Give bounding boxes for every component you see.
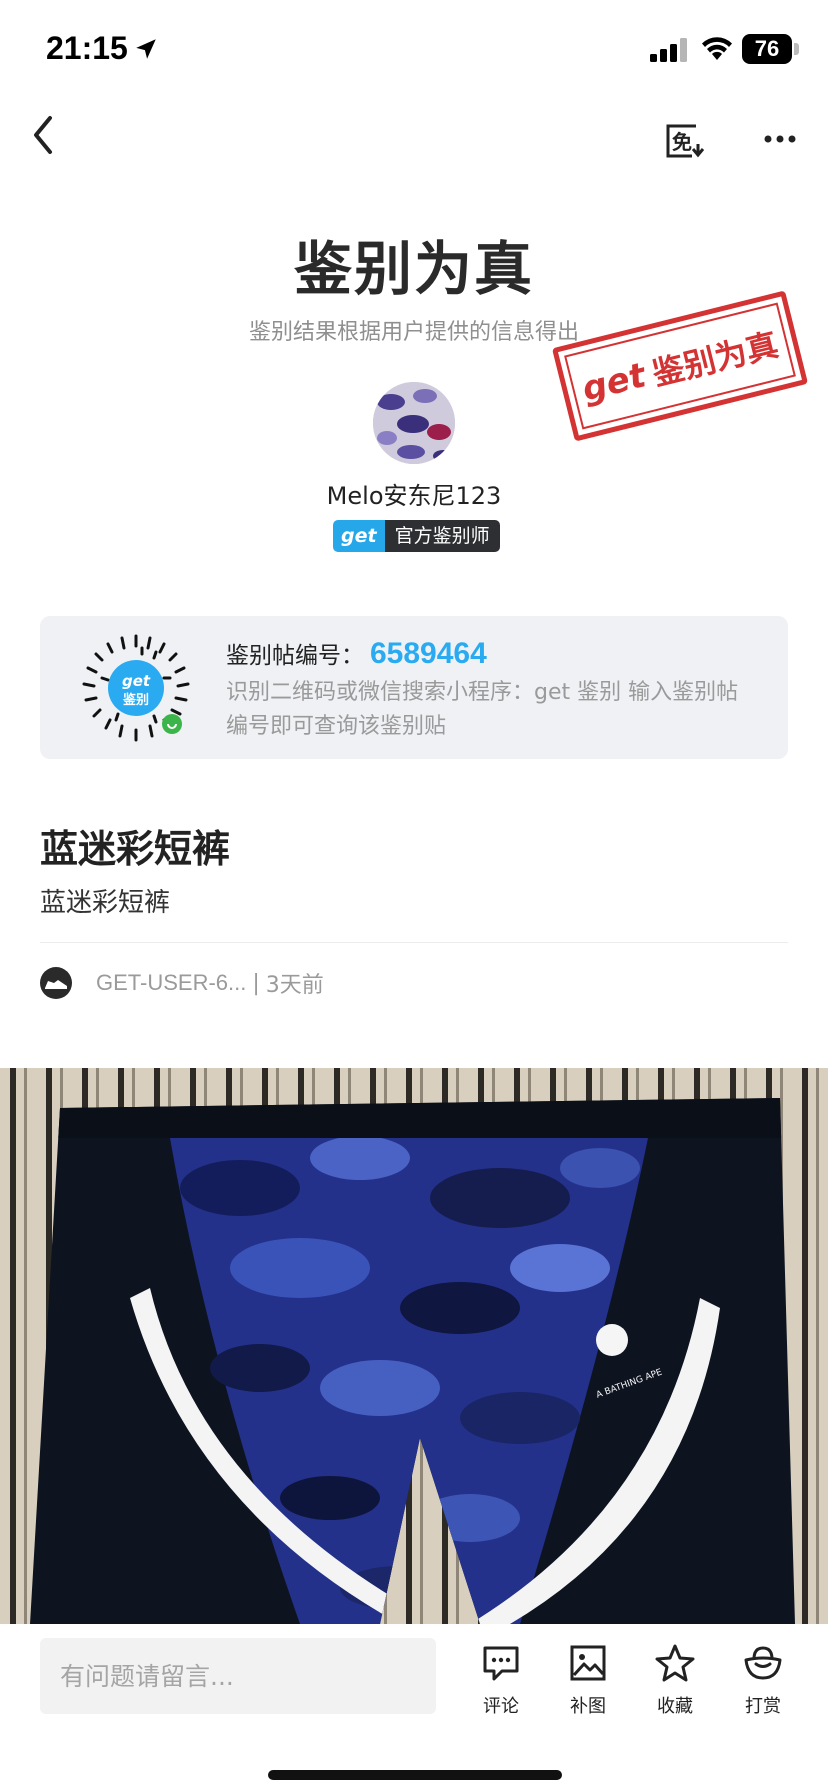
chevron-left-icon[interactable]: [26, 110, 62, 160]
author-avatar[interactable]: [40, 967, 72, 999]
appraiser-name[interactable]: Melo安东尼123: [0, 476, 828, 511]
comment-button[interactable]: 评论: [466, 1642, 536, 1718]
shorts-photo-image: A BATHING APE: [0, 1068, 828, 1624]
meta-separator: |: [252, 970, 260, 996]
post-time: 3天前: [265, 973, 324, 998]
comment-icon: [483, 1646, 519, 1681]
author-name[interactable]: GET-USER-6...: [96, 970, 246, 996]
divider: [40, 942, 788, 943]
tip-button[interactable]: 打赏: [728, 1642, 798, 1718]
favorite-button[interactable]: 收藏: [640, 1642, 710, 1718]
comment-label: 评论: [483, 1696, 519, 1717]
image-icon: [570, 1645, 606, 1681]
verdict-title: 鉴别为真: [293, 235, 534, 303]
qr-brand: get: [122, 672, 151, 690]
post-id-number[interactable]: 6589464: [370, 637, 487, 671]
post-body: 蓝迷彩短裤: [40, 888, 171, 918]
official-appraiser-badge: get 官方鉴别师: [333, 520, 500, 552]
appraiser-avatar[interactable]: [373, 382, 455, 464]
exempt-icon[interactable]: 免: [662, 118, 706, 162]
nav-bar: 免: [0, 100, 828, 180]
battery-tip: [794, 43, 799, 55]
comment-input[interactable]: [40, 1638, 436, 1714]
location-arrow-icon: [136, 39, 156, 59]
qr-instructions: 识别二维码或微信搜索小程序：get 鉴别 输入鉴别帖编号即可查询该鉴别贴: [226, 680, 739, 739]
post-id-row: 鉴别帖编号： 6589464: [226, 636, 487, 671]
more-dots-icon[interactable]: [760, 124, 800, 154]
badge-label: 官方鉴别师: [384, 520, 500, 552]
product-photo[interactable]: A BATHING APE: [0, 1068, 828, 1624]
qr-label: 鉴别: [122, 692, 149, 708]
post-id-label: 鉴别帖编号：: [226, 643, 364, 669]
add-image-button[interactable]: 补图: [553, 1642, 623, 1718]
mini-program-qr-icon[interactable]: get 鉴别: [80, 632, 192, 744]
home-indicator[interactable]: [268, 1770, 562, 1780]
add-image-label: 补图: [570, 1696, 606, 1717]
ingot-icon: [744, 1646, 782, 1680]
svg-text:免: 免: [672, 130, 692, 154]
bottom-action-bar: 评论 补图 收藏 打赏: [0, 1624, 828, 1792]
author-row[interactable]: GET-USER-6... | 3天前: [40, 966, 324, 1000]
sneaker-icon: [45, 980, 67, 989]
wifi-icon: [702, 37, 732, 60]
camo-pattern-icon: [373, 382, 455, 464]
star-icon: [655, 1644, 695, 1682]
status-bar: 21:15 76: [0, 0, 828, 100]
badge-brand: get: [333, 520, 385, 552]
cellular-signal-icon: [650, 38, 687, 62]
qr-info-card: get 鉴别 鉴别帖编号： 6589464 识别二维码或微信搜索小程序：get …: [40, 616, 788, 759]
post-title: 蓝迷彩短裤: [40, 827, 231, 871]
battery-indicator: 76: [742, 34, 792, 64]
tip-label: 打赏: [745, 1696, 781, 1717]
favorite-label: 收藏: [657, 1696, 693, 1717]
clock: 21:15: [46, 30, 128, 66]
